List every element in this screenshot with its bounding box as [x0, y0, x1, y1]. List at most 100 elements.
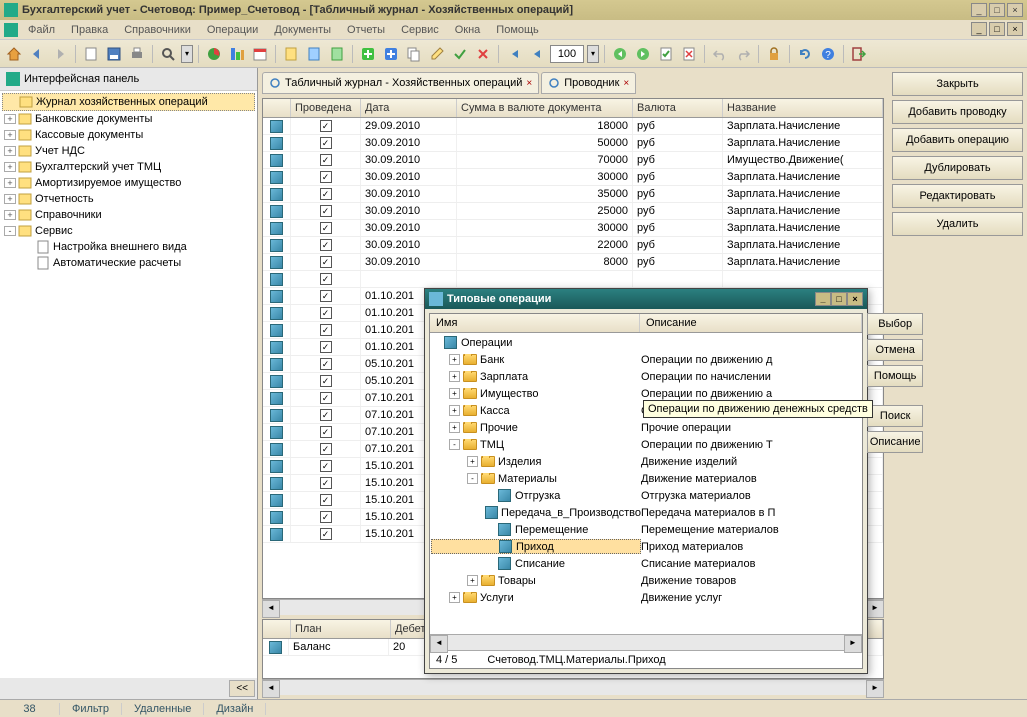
- table-row[interactable]: ✓30.09.201035000рубЗарплата.Начисление: [263, 186, 883, 203]
- nav-back-icon[interactable]: [610, 44, 630, 64]
- table-row[interactable]: ✓30.09.201030000рубЗарплата.Начисление: [263, 220, 883, 237]
- forward-icon[interactable]: [50, 44, 70, 64]
- tree-item[interactable]: +Учет НДС: [2, 143, 255, 159]
- menu-окна[interactable]: Окна: [447, 22, 489, 38]
- nav-fwd-icon[interactable]: [633, 44, 653, 64]
- tree-item[interactable]: +Кассовые документы: [2, 127, 255, 143]
- dialog-tree-row[interactable]: СписаниеСписание материалов: [431, 555, 861, 572]
- refresh-icon[interactable]: [548, 77, 560, 89]
- doc-green-icon[interactable]: [327, 44, 347, 64]
- checkbox[interactable]: ✓: [320, 307, 332, 319]
- first-icon[interactable]: [504, 44, 524, 64]
- exit-icon[interactable]: [849, 44, 869, 64]
- tab-close-icon[interactable]: ×: [526, 78, 532, 89]
- checkbox[interactable]: ✓: [320, 443, 332, 455]
- dialog-tree-row[interactable]: ОтгрузкаОтгрузка материалов: [431, 487, 861, 504]
- tree-expand-icon[interactable]: +: [4, 162, 16, 172]
- checkbox[interactable]: ✓: [320, 528, 332, 540]
- expand-icon[interactable]: +: [449, 354, 460, 365]
- checkbox[interactable]: ✓: [320, 120, 332, 132]
- document-tab[interactable]: Проводник×: [541, 72, 636, 94]
- doc-yellow-icon[interactable]: [281, 44, 301, 64]
- column-header[interactable]: [263, 99, 291, 117]
- table-row[interactable]: ✓30.09.201022000рубЗарплата.Начисление: [263, 237, 883, 254]
- status-item[interactable]: Удаленные: [122, 703, 204, 715]
- save-icon[interactable]: [104, 44, 124, 64]
- table-row[interactable]: ✓30.09.201025000рубЗарплата.Начисление: [263, 203, 883, 220]
- minimize-button[interactable]: _: [971, 3, 987, 17]
- chart-icon[interactable]: [204, 44, 224, 64]
- column-header[interactable]: Название: [723, 99, 883, 117]
- dialog-tree-row[interactable]: Передача_в_ПроизводствоПередача материал…: [431, 504, 861, 521]
- tree-expand-icon[interactable]: +: [4, 146, 16, 156]
- dialog-tree-row[interactable]: ПеремещениеПеремещение материалов: [431, 521, 861, 538]
- tab-close-icon[interactable]: ×: [623, 78, 629, 89]
- dialog-tree-row[interactable]: -МатериалыДвижение материалов: [431, 470, 861, 487]
- checkbox[interactable]: ✓: [320, 137, 332, 149]
- pivot-icon[interactable]: [227, 44, 247, 64]
- menu-сервис[interactable]: Сервис: [393, 22, 447, 38]
- expand-icon[interactable]: +: [449, 388, 460, 399]
- tree-item[interactable]: +Отчетность: [2, 191, 255, 207]
- checkbox[interactable]: ✓: [320, 409, 332, 421]
- table-row[interactable]: ✓30.09.201050000рубЗарплата.Начисление: [263, 135, 883, 152]
- mdi-minimize-button[interactable]: _: [971, 22, 987, 36]
- menu-справочники[interactable]: Справочники: [116, 22, 199, 38]
- status-item[interactable]: Дизайн: [204, 703, 266, 715]
- checkbox[interactable]: ✓: [320, 171, 332, 183]
- search-icon[interactable]: [158, 44, 178, 64]
- dialog-tree-row[interactable]: +УслугиДвижение услуг: [431, 589, 861, 606]
- tree-item[interactable]: +Справочники: [2, 207, 255, 223]
- redo-icon[interactable]: [733, 44, 753, 64]
- dialog-button[interactable]: Помощь: [867, 365, 924, 387]
- action-button[interactable]: Дублировать: [892, 156, 1023, 180]
- checkbox[interactable]: ✓: [320, 375, 332, 387]
- action-button[interactable]: Удалить: [892, 212, 1023, 236]
- calendar-icon[interactable]: [250, 44, 270, 64]
- checkbox[interactable]: ✓: [320, 188, 332, 200]
- dialog-button[interactable]: Отмена: [867, 339, 924, 361]
- tree-expand-icon[interactable]: -: [4, 226, 16, 236]
- table-row[interactable]: ✓29.09.201018000рубЗарплата.Начисление: [263, 118, 883, 135]
- mdi-close-button[interactable]: ×: [1007, 22, 1023, 36]
- copy-icon[interactable]: [404, 44, 424, 64]
- menu-помощь[interactable]: Помощь: [488, 22, 547, 38]
- new-icon[interactable]: [81, 44, 101, 64]
- tree-item[interactable]: +Банковские документы: [2, 111, 255, 127]
- dialog-tree[interactable]: Операции+БанкОперации по движению д+Зарп…: [430, 333, 862, 634]
- tree-expand-icon[interactable]: +: [4, 194, 16, 204]
- action-button[interactable]: Редактировать: [892, 184, 1023, 208]
- menu-правка[interactable]: Правка: [63, 22, 116, 38]
- checkbox[interactable]: ✓: [320, 154, 332, 166]
- checkbox[interactable]: ✓: [320, 358, 332, 370]
- action-button[interactable]: Закрыть: [892, 72, 1023, 96]
- checkbox[interactable]: ✓: [320, 256, 332, 268]
- print-icon[interactable]: [127, 44, 147, 64]
- expand-icon[interactable]: +: [467, 575, 478, 586]
- back-icon[interactable]: [27, 44, 47, 64]
- tree-item[interactable]: -Сервис: [2, 223, 255, 239]
- dialog-tree-row[interactable]: +БанкОперации по движению д: [431, 351, 861, 368]
- page-input[interactable]: [550, 45, 584, 63]
- checkbox[interactable]: ✓: [320, 460, 332, 472]
- add-blue-icon[interactable]: [381, 44, 401, 64]
- tree-item[interactable]: +Бухгалтерский учет ТМЦ: [2, 159, 255, 175]
- menu-документы[interactable]: Документы: [266, 22, 339, 38]
- tree-expand-icon[interactable]: +: [4, 210, 16, 220]
- menu-отчеты[interactable]: Отчеты: [339, 22, 393, 38]
- close-button[interactable]: ×: [1007, 3, 1023, 17]
- approve-icon[interactable]: [656, 44, 676, 64]
- dialog-button[interactable]: Поиск: [867, 405, 924, 427]
- table-row[interactable]: ✓30.09.201070000рубИмущество.Движение(: [263, 152, 883, 169]
- mdi-maximize-button[interactable]: □: [989, 22, 1005, 36]
- dialog-maximize-button[interactable]: □: [831, 292, 847, 306]
- expand-icon[interactable]: +: [449, 422, 460, 433]
- dialog-minimize-button[interactable]: _: [815, 292, 831, 306]
- undo-icon[interactable]: [710, 44, 730, 64]
- dialog-tree-row[interactable]: -ТМЦОперации по движению Т: [431, 436, 861, 453]
- checkbox[interactable]: ✓: [320, 290, 332, 302]
- maximize-button[interactable]: □: [989, 3, 1005, 17]
- checkbox[interactable]: ✓: [320, 494, 332, 506]
- tree-expand-icon[interactable]: +: [4, 130, 16, 140]
- expand-icon[interactable]: +: [449, 592, 460, 603]
